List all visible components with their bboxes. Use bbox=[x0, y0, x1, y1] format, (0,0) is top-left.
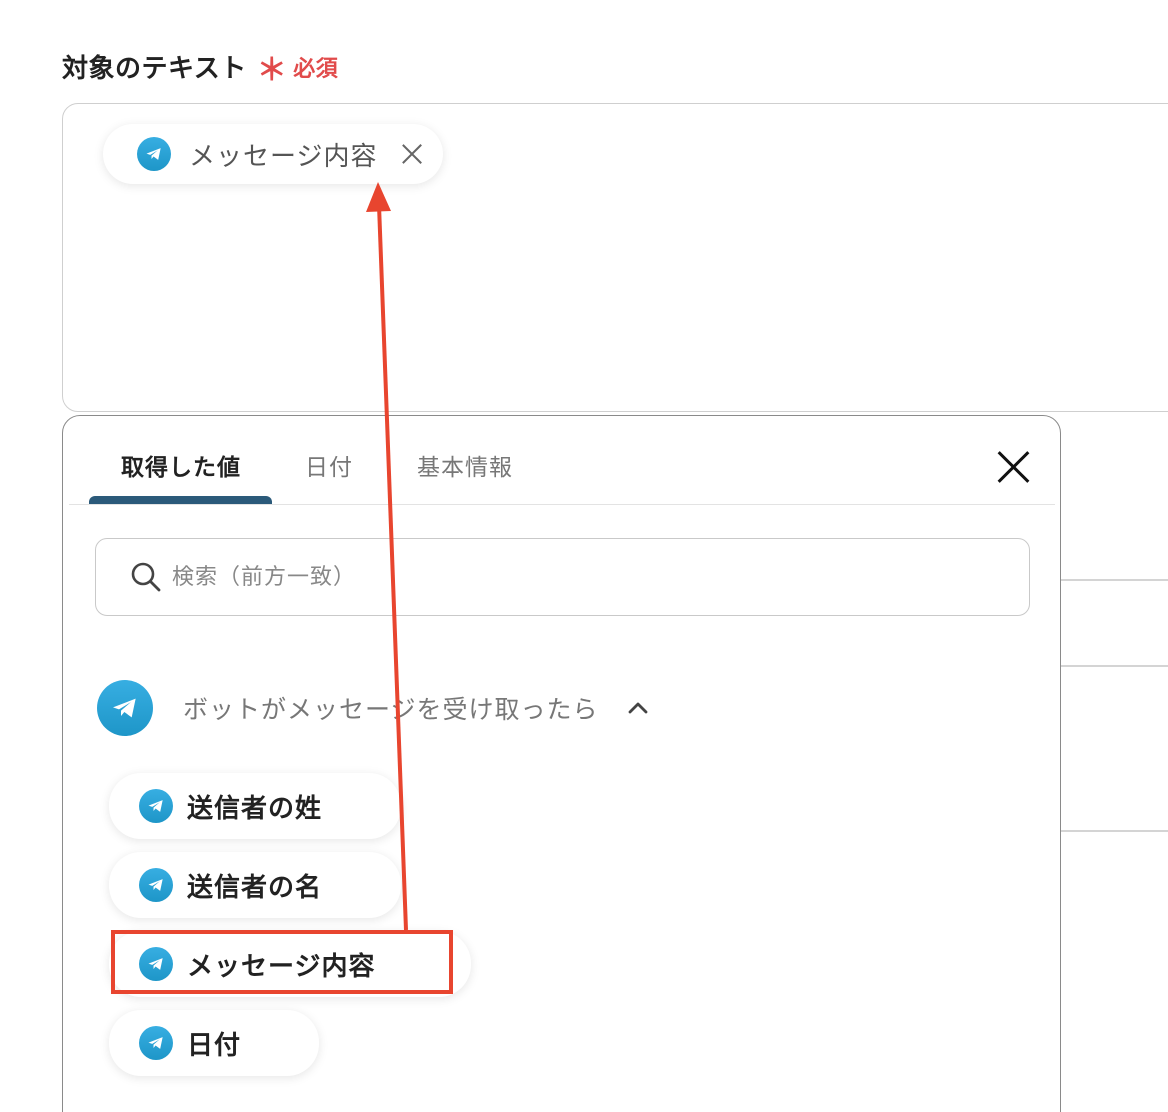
variable-item-label: 日付 bbox=[187, 1030, 242, 1061]
variable-item[interactable]: 日付 bbox=[109, 1010, 319, 1076]
telegram-icon bbox=[139, 868, 173, 902]
search-input[interactable] bbox=[170, 563, 954, 591]
active-tab-indicator bbox=[89, 496, 272, 504]
group-title: ボットがメッセージを受け取ったら bbox=[183, 695, 599, 724]
required-badge: 必須 bbox=[293, 56, 339, 82]
tab-date[interactable]: 日付 bbox=[305, 448, 353, 482]
telegram-icon bbox=[137, 137, 171, 171]
divider bbox=[1060, 579, 1168, 581]
chevron-up-icon[interactable] bbox=[627, 697, 649, 719]
search-box[interactable] bbox=[95, 538, 1030, 616]
variable-item[interactable]: メッセージ内容 bbox=[109, 931, 471, 997]
search-icon bbox=[131, 562, 161, 592]
variable-item[interactable]: 送信者の姓 bbox=[109, 773, 401, 839]
close-icon[interactable] bbox=[996, 450, 1030, 484]
field-label-text: 対象のテキスト bbox=[62, 54, 247, 84]
remove-chip-icon[interactable] bbox=[399, 141, 425, 167]
variable-item-label: メッセージ内容 bbox=[187, 951, 376, 982]
tab-basic-info[interactable]: 基本情報 bbox=[417, 448, 513, 482]
chip-label: メッセージ内容 bbox=[189, 141, 378, 172]
group-header-telegram[interactable]: ボットがメッセージを受け取ったら bbox=[97, 680, 649, 736]
tab-fetched-values[interactable]: 取得した値 bbox=[121, 448, 241, 482]
field-label: 対象のテキスト ＊ 必須 bbox=[62, 48, 338, 85]
target-text-field[interactable]: メッセージ内容 bbox=[62, 103, 1168, 412]
divider bbox=[1060, 830, 1168, 832]
variable-item-label: 送信者の姓 bbox=[187, 793, 323, 824]
telegram-icon bbox=[139, 947, 173, 981]
page: 対象のテキスト ＊ 必須 メッセージ内容 取得した値 日付 基本情報 検索（前方… bbox=[0, 0, 1168, 1112]
tab-bar: 取得した値 日付 基本情報 bbox=[69, 416, 1055, 505]
variable-item-label: 送信者の名 bbox=[187, 872, 323, 903]
selected-variable-chip[interactable]: メッセージ内容 bbox=[103, 124, 444, 184]
variable-picker-panel: 取得した値 日付 基本情報 ボットがメッセージを受け取ったら bbox=[62, 415, 1061, 1112]
required-asterisk: ＊ bbox=[256, 52, 288, 88]
variable-item[interactable]: 送信者の名 bbox=[109, 852, 401, 918]
telegram-icon bbox=[139, 789, 173, 823]
telegram-icon bbox=[97, 680, 153, 736]
telegram-icon bbox=[139, 1026, 173, 1060]
divider bbox=[1060, 665, 1168, 667]
